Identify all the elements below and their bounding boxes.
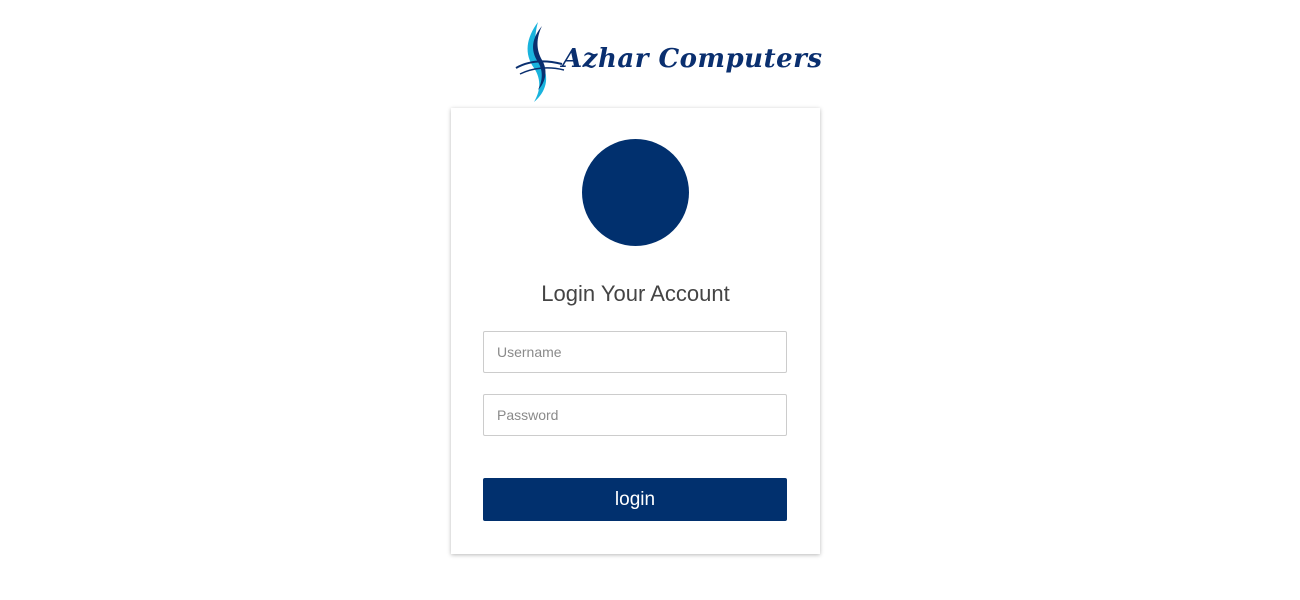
login-card: Login Your Account login xyxy=(451,108,820,554)
user-avatar-icon xyxy=(582,139,689,246)
password-input[interactable] xyxy=(483,394,787,436)
username-input[interactable] xyxy=(483,331,787,373)
brand-logo: Azhar Computers xyxy=(512,20,822,104)
login-button[interactable]: login xyxy=(483,478,787,521)
login-page: Azhar Computers Login Your Account login xyxy=(0,0,1300,600)
swoosh-logo-icon xyxy=(515,22,565,102)
login-title: Login Your Account xyxy=(541,281,730,306)
brand-name: Azhar Computers xyxy=(562,44,823,74)
